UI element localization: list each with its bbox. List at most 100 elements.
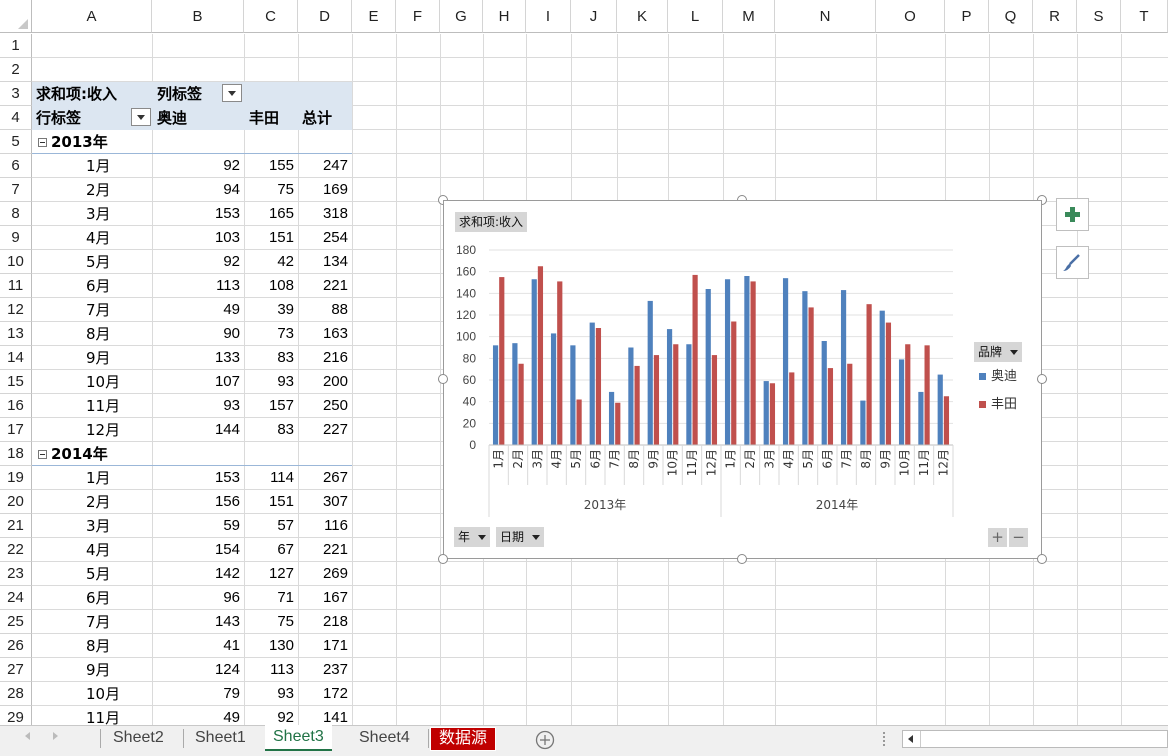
bar-audi [821, 341, 827, 445]
collapse-toggle[interactable] [38, 450, 47, 459]
column-header-l[interactable]: L [668, 0, 723, 33]
column-header-g[interactable]: G [440, 0, 483, 33]
chart-resize-handle[interactable] [1037, 374, 1047, 384]
column-header-f[interactable]: F [396, 0, 440, 33]
row-header-14[interactable]: 14 [0, 346, 32, 370]
column-header-d[interactable]: D [298, 0, 352, 33]
collapse-field-button[interactable]: − [1009, 528, 1028, 547]
row-header-13[interactable]: 13 [0, 322, 32, 346]
scroll-tabs-right-icon[interactable] [53, 732, 58, 740]
audi-value: 144 [214, 421, 240, 438]
row-header-16[interactable]: 16 [0, 394, 32, 418]
total-value: 221 [322, 277, 348, 294]
column-filter-dropdown[interactable] [222, 84, 242, 102]
row-header-27[interactable]: 27 [0, 658, 32, 682]
column-header-k[interactable]: K [617, 0, 668, 33]
audi-value: 107 [214, 373, 240, 390]
grid-line [32, 57, 1168, 58]
row-header-8[interactable]: 8 [0, 202, 32, 226]
row-header-25[interactable]: 25 [0, 610, 32, 634]
column-header-m[interactable]: M [723, 0, 775, 33]
chart-elements-button[interactable] [1056, 198, 1089, 231]
tab-sheet1[interactable]: Sheet1 [187, 726, 254, 750]
row-header-6[interactable]: 6 [0, 154, 32, 178]
column-header-t[interactable]: T [1121, 0, 1168, 33]
row-header-7[interactable]: 7 [0, 178, 32, 202]
row-header-9[interactable]: 9 [0, 226, 32, 250]
collapse-toggle[interactable] [38, 138, 47, 147]
month-label: 10月 [86, 685, 121, 703]
add-sheet-icon[interactable] [535, 730, 555, 750]
scroll-left-button[interactable] [903, 731, 921, 747]
audi-value: 41 [223, 637, 240, 654]
month-label: 2月 [86, 181, 111, 199]
chart-resize-handle[interactable] [438, 554, 448, 564]
audi-value: 156 [214, 493, 240, 510]
chart-resize-handle[interactable] [1037, 554, 1047, 564]
row-header-22[interactable]: 22 [0, 538, 32, 562]
column-header-n[interactable]: N [775, 0, 876, 33]
toyota-value: 73 [277, 325, 294, 342]
row-header-11[interactable]: 11 [0, 274, 32, 298]
month-label: 3月 [86, 517, 111, 535]
column-header-i[interactable]: I [526, 0, 571, 33]
row-header-12[interactable]: 12 [0, 298, 32, 322]
column-header-h[interactable]: H [483, 0, 526, 33]
row-header-24[interactable]: 24 [0, 586, 32, 610]
row-header-28[interactable]: 28 [0, 682, 32, 706]
column-header-r[interactable]: R [1033, 0, 1077, 33]
bar-audi [492, 345, 499, 445]
expand-field-button[interactable]: + [988, 528, 1007, 547]
date-field-button[interactable]: 日期 [496, 527, 545, 547]
column-header-o[interactable]: O [876, 0, 945, 33]
row-header-17[interactable]: 17 [0, 418, 32, 442]
splitter-handle[interactable] [883, 732, 888, 746]
bar-toyota [866, 304, 872, 445]
x-tick-label: 9月 [878, 449, 892, 469]
audi-value: 143 [214, 613, 240, 630]
row-header-23[interactable]: 23 [0, 562, 32, 586]
row-header-2[interactable]: 2 [0, 58, 32, 82]
tab-sheet2[interactable]: Sheet2 [105, 726, 172, 750]
column-header-j[interactable]: J [571, 0, 617, 33]
chart-styles-button[interactable] [1056, 246, 1089, 279]
x-tick-label: 12月 [704, 449, 718, 476]
tab-data-source[interactable]: 数据源 [430, 727, 497, 751]
row-header-4[interactable]: 4 [0, 106, 32, 130]
chart-resize-handle[interactable] [438, 374, 448, 384]
tab-sheet4[interactable]: Sheet4 [351, 726, 418, 750]
x-tick-label: 3月 [762, 449, 776, 469]
legend-field-button[interactable]: 品牌 [974, 342, 1023, 362]
year-field-button[interactable]: 年 [454, 527, 491, 547]
row-header-10[interactable]: 10 [0, 250, 32, 274]
scroll-tabs-left-icon[interactable] [25, 732, 30, 740]
column-header-b[interactable]: B [152, 0, 244, 33]
column-header-c[interactable]: C [244, 0, 298, 33]
row-header-5[interactable]: 5 [0, 130, 32, 154]
month-label: 11月 [86, 397, 121, 415]
select-all-corner[interactable] [0, 0, 32, 33]
tab-sheet3[interactable]: Sheet3 [265, 725, 332, 751]
row-filter-dropdown[interactable] [131, 108, 151, 126]
bar-toyota [943, 396, 950, 445]
row-header-29[interactable]: 29 [0, 706, 32, 725]
row-header-26[interactable]: 26 [0, 634, 32, 658]
row-header-1[interactable]: 1 [0, 34, 32, 58]
column-header-q[interactable]: Q [989, 0, 1033, 33]
row-header-19[interactable]: 19 [0, 466, 32, 490]
total-value: 169 [322, 181, 348, 198]
pivot-chart[interactable]: 求和项:收入 0 20 40 60 80 100 120 140 160 180 1月 2月 3月 4月 5… [443, 200, 1042, 559]
toyota-value: 83 [277, 421, 294, 438]
column-header-p[interactable]: P [945, 0, 989, 33]
row-header-15[interactable]: 15 [0, 370, 32, 394]
column-header-s[interactable]: S [1077, 0, 1121, 33]
chart-resize-handle[interactable] [737, 554, 747, 564]
column-header-e[interactable]: E [352, 0, 396, 33]
row-header-18[interactable]: 18 [0, 442, 32, 466]
row-header-21[interactable]: 21 [0, 514, 32, 538]
column-header-a[interactable]: A [32, 0, 152, 33]
row-header-3[interactable]: 3 [0, 82, 32, 106]
row-header-20[interactable]: 20 [0, 490, 32, 514]
horizontal-scrollbar[interactable] [902, 730, 1168, 748]
toyota-value: 108 [268, 277, 294, 294]
